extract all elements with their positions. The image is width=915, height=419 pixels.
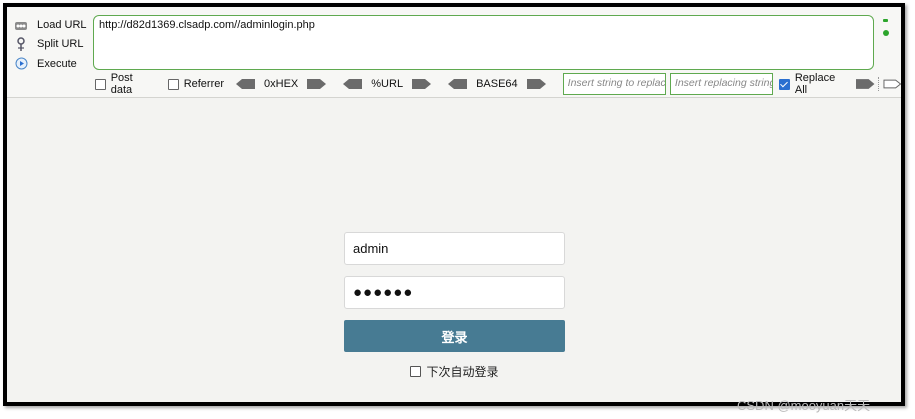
remember-me-checkbox[interactable]: 下次自动登录 (344, 363, 565, 380)
indicator-dot-icon (883, 30, 889, 36)
execute-button[interactable]: Execute (13, 54, 93, 74)
url-box-indicators (883, 19, 891, 36)
username-value: admin (353, 241, 389, 256)
checkbox-box (410, 366, 422, 377)
encode-url-arrow-icon[interactable] (412, 79, 432, 89)
referrer-checkbox[interactable]: Referrer (167, 78, 225, 90)
url-encoder: %URL (343, 78, 432, 90)
replace-all-checkbox[interactable]: Replace All (779, 72, 848, 96)
login-button-label: 登录 (441, 329, 468, 345)
replace-string-placeholder: Insert replacing string (674, 77, 774, 89)
replace-string-input[interactable]: Insert replacing string (669, 73, 774, 95)
execute-label: Execute (37, 57, 77, 70)
base64-encoder: BASE64 (448, 78, 546, 90)
play-icon (13, 56, 29, 72)
remember-me-label: 下次自动登录 (426, 365, 499, 379)
divider (877, 77, 880, 91)
encode-hex-arrow-icon[interactable] (307, 79, 327, 89)
decode-base64-arrow-icon[interactable] (448, 79, 468, 89)
load-url-label: Load URL (37, 18, 87, 31)
find-string-placeholder: Insert string to replace (567, 77, 666, 89)
url-input[interactable]: http://d82d1369.clsadp.com//adminlogin.p… (93, 15, 874, 70)
indicator-bar-icon (883, 19, 888, 22)
watermark: CSDN @mooyuan天天 (737, 398, 871, 413)
post-data-label: Post data (110, 72, 133, 96)
load-url-icon (13, 17, 29, 33)
hackbar-menu: Load URL Split URL Execute (13, 15, 93, 74)
url-encode-label: %URL (371, 78, 404, 90)
password-input[interactable]: ●●●●●● (344, 276, 565, 309)
load-url-button[interactable]: Load URL (13, 15, 93, 35)
find-string-input[interactable]: Insert string to replace (562, 73, 666, 95)
username-input[interactable]: admin (344, 232, 565, 265)
checkbox-box (95, 78, 106, 90)
post-data-checkbox[interactable]: Post data (95, 72, 156, 96)
checkbox-checked-box (779, 78, 790, 90)
replace-all-label: Replace All (794, 72, 836, 96)
decode-url-arrow-icon[interactable] (343, 79, 363, 89)
replace-arrow-icon[interactable] (856, 79, 875, 89)
url-value: http://d82d1369.clsadp.com//adminlogin.p… (99, 19, 315, 31)
referrer-label: Referrer (183, 78, 225, 90)
hackbar-options-row: Post data Referrer 0xHEX %URL BASE64 Ins… (95, 72, 901, 96)
split-url-label: Split URL (37, 38, 84, 51)
decode-hex-arrow-icon[interactable] (236, 79, 256, 89)
base64-label: BASE64 (476, 78, 518, 90)
hackbar-toolbar: Load URL Split URL Execute http://d82d13… (7, 7, 901, 98)
split-url-icon (13, 36, 29, 52)
browser-frame: Load URL Split URL Execute http://d82d13… (3, 3, 905, 406)
login-button[interactable]: 登录 (344, 320, 565, 352)
split-url-button[interactable]: Split URL (13, 35, 93, 55)
password-mask: ●●●●●● (353, 284, 414, 301)
replace-outline-arrow-icon[interactable] (883, 79, 901, 89)
login-form: admin ●●●●●● 登录 下次自动登录 (344, 232, 565, 380)
hex-label: 0xHEX (264, 78, 299, 90)
checkbox-box (167, 78, 179, 90)
encode-base64-arrow-icon[interactable] (526, 79, 546, 89)
hex-encoder: 0xHEX (236, 78, 327, 90)
